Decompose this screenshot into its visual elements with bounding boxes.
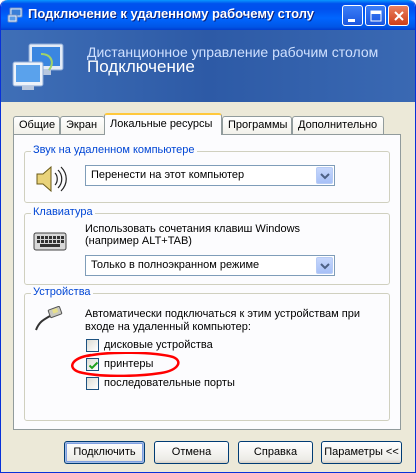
close-icon [394,11,404,21]
speaker-icon [36,165,67,193]
devices-description-line2: входе на удаленный компьютер: [85,321,251,333]
sound-dropdown-button[interactable] [316,167,333,184]
remote-desktop-icon [7,7,23,23]
minimize-button[interactable] [342,5,363,26]
sound-group-title: Звук на удаленном компьютере [31,144,197,156]
maximize-button[interactable] [365,5,386,26]
maximize-icon [370,10,382,22]
tab-display[interactable]: Экран [60,116,105,134]
help-button[interactable]: Справка [238,441,313,464]
banner-title: Подключение [87,57,195,76]
tab-advanced[interactable]: Дополнительно [292,116,384,134]
local-resources-panel: Звук на удаленном компьютере Перенести н… [13,134,401,430]
devices-description-line1: Автоматически подключаться к этим устрой… [85,308,361,320]
window-title: Подключение к удаленному рабочему столу [28,6,315,21]
sound-group: Звук на удаленном компьютере Перенести н… [24,144,390,203]
cancel-button[interactable]: Отмена [154,441,229,464]
checkmark-icon [88,361,99,370]
serial-ports-label[interactable]: последовательные порты [104,377,235,389]
tab-local-resources[interactable]: Локальные ресурсы [104,113,222,135]
disk-drives-label[interactable]: дисковые устройства [104,339,213,351]
keyboard-mode-select[interactable]: Только в полноэкранном режиме [85,255,335,276]
keyboard-dropdown-button[interactable] [316,257,333,274]
sound-redirect-value: Перенести на этот компьютер [91,169,245,181]
device-plug-icon [35,306,63,331]
close-button[interactable] [388,5,409,26]
printers-checkbox[interactable] [86,358,99,371]
keyboard-description-line2: (например ALT+TAB) [85,235,192,247]
chevron-down-icon [320,263,330,270]
remote-desktop-window: Подключение к удаленному рабочему столу … [0,0,416,473]
devices-group: Устройства Автоматически подключаться к … [24,286,390,421]
keyboard-group-title: Клавиатура [31,206,95,218]
disk-drives-checkbox[interactable] [86,339,99,352]
keyboard-group: Клавиатура Использовать сочетания клавиш… [24,206,390,285]
header-banner: Дистанционное управление рабочим столом … [1,30,415,102]
title-bar[interactable]: Подключение к удаленному рабочему столу [1,0,415,30]
sound-redirect-select[interactable]: Перенести на этот компьютер [85,165,335,186]
connect-button[interactable]: Подключить [64,441,145,464]
options-button[interactable]: Параметры << [321,441,402,464]
chevron-down-icon [320,173,330,180]
keyboard-icon [33,232,67,251]
minimize-icon [348,19,355,22]
devices-group-title: Устройства [31,286,93,298]
tab-programs[interactable]: Программы [222,116,292,134]
serial-ports-checkbox[interactable] [86,377,99,390]
printers-label[interactable]: принтеры [104,358,153,370]
tab-general[interactable]: Общие [13,116,60,134]
remote-desktop-logo-icon [12,43,64,90]
keyboard-mode-value: Только в полноэкранном режиме [91,259,260,271]
